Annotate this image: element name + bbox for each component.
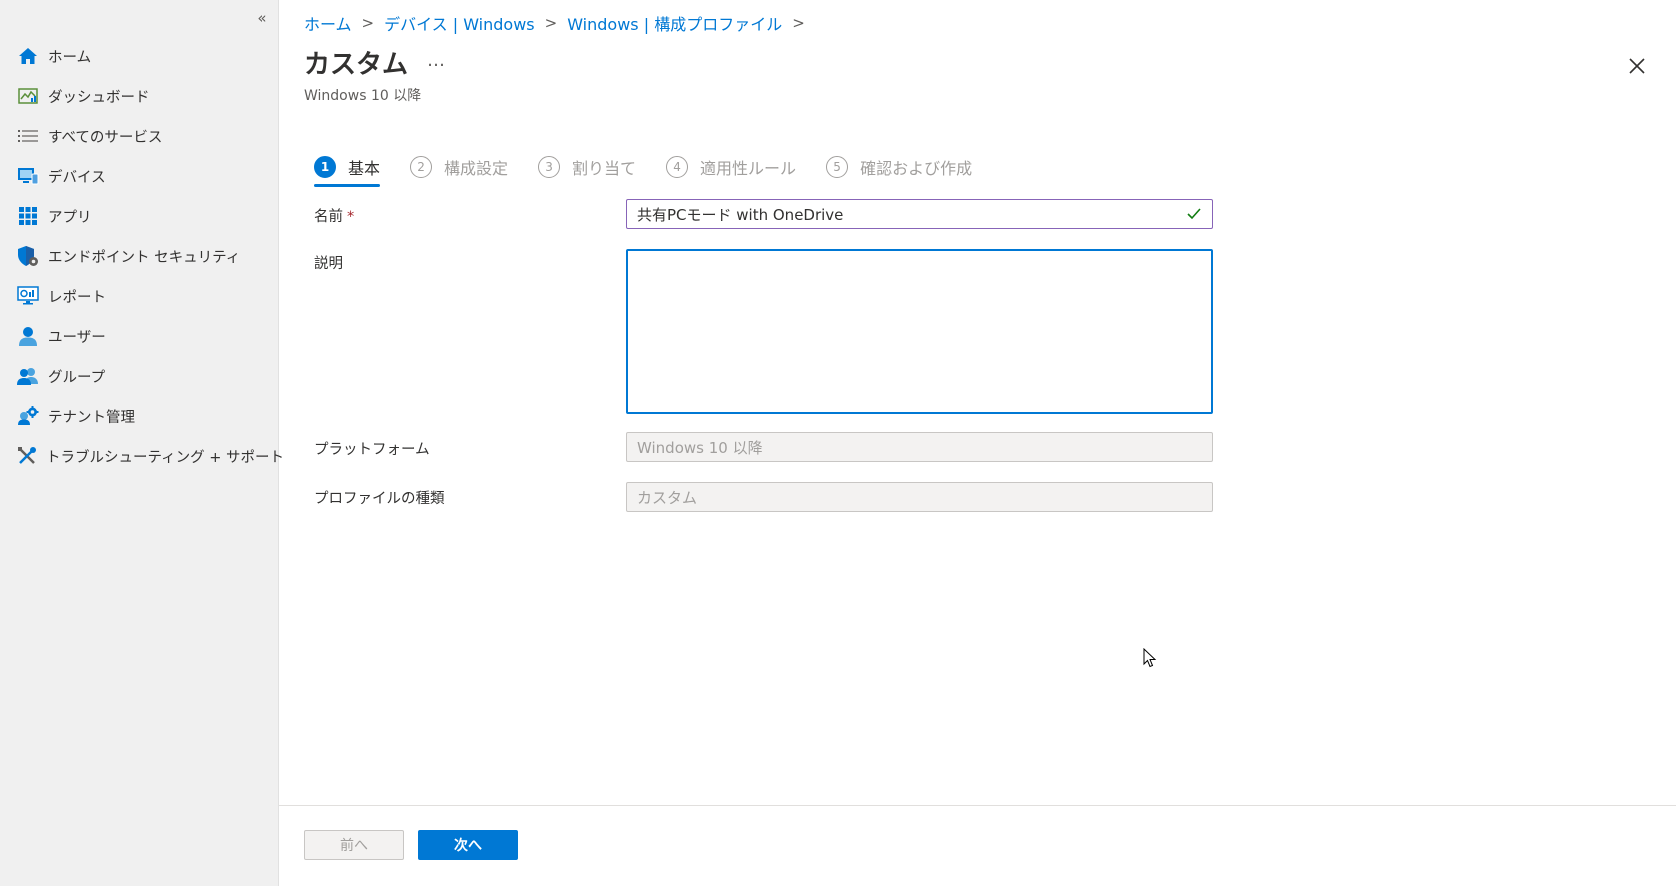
sidebar-item-dashboard[interactable]: ダッシュボード — [0, 76, 279, 116]
footer-bar: 前へ 次へ — [279, 805, 1676, 886]
collapse-sidebar-icon[interactable]: « — [252, 8, 272, 28]
sidebar: « ホーム ダッシュボード すべてのサービス デバイス アプリ エンドポイント … — [0, 0, 284, 886]
checkmark-icon — [1186, 206, 1202, 226]
apps-icon — [17, 205, 39, 227]
sidebar-item-home[interactable]: ホーム — [0, 36, 279, 76]
sidebar-item-label: アプリ — [48, 209, 92, 226]
list-icon — [17, 125, 39, 147]
chevron-right-icon: > — [544, 14, 558, 32]
page-title: カスタム — [304, 50, 409, 80]
step-label: 構成設定 — [444, 159, 509, 178]
step-label: 割り当て — [572, 159, 637, 178]
user-icon — [17, 325, 39, 347]
breadcrumb: ホーム > デバイス | Windows > Windows | 構成プロファイ… — [304, 11, 815, 35]
next-button[interactable]: 次へ — [418, 830, 518, 860]
sidebar-item-label: エンドポイント セキュリティ — [48, 249, 241, 266]
group-icon — [17, 365, 39, 387]
step-label: 適用性ルール — [700, 159, 797, 178]
breadcrumb-devices-windows[interactable]: デバイス | Windows — [384, 11, 535, 35]
previous-button[interactable]: 前へ — [304, 830, 404, 860]
main-content: ホーム > デバイス | Windows > Windows | 構成プロファイ… — [279, 0, 1676, 886]
sidebar-item-troubleshooting[interactable]: トラブルシューティング + サポート — [0, 436, 284, 476]
profile-type-label: プロファイルの種類 — [314, 491, 445, 507]
sidebar-nav: ホーム ダッシュボード すべてのサービス デバイス アプリ エンドポイント セキ… — [0, 36, 284, 476]
close-icon[interactable] — [1623, 52, 1651, 80]
sidebar-item-label: グループ — [48, 369, 106, 386]
wizard-steps: 1 基本 2 構成設定 3 割り当て 4 適用性ルール 5 確認および作成 — [314, 150, 1002, 187]
sidebar-item-tenant-admin[interactable]: テナント管理 — [0, 396, 279, 436]
step-label: 基本 — [348, 159, 381, 178]
chevron-right-icon: > — [361, 14, 375, 32]
step-label: 確認および作成 — [860, 159, 973, 178]
sidebar-item-apps[interactable]: アプリ — [0, 196, 279, 236]
platform-field: Windows 10 以降 — [626, 432, 1213, 462]
dashboard-icon — [17, 85, 39, 107]
chevron-right-icon: > — [792, 14, 805, 32]
sidebar-item-label: ユーザー — [48, 329, 106, 346]
platform-label: プラットフォーム — [314, 442, 430, 458]
sidebar-item-endpoint-security[interactable]: エンドポイント セキュリティ — [0, 236, 279, 276]
step-number: 5 — [826, 156, 849, 178]
name-input-value: 共有PCモード with OneDrive — [637, 205, 844, 224]
name-input[interactable]: 共有PCモード with OneDrive — [626, 199, 1213, 229]
sidebar-item-label: すべてのサービス — [48, 129, 163, 146]
sidebar-item-groups[interactable]: グループ — [0, 356, 279, 396]
sidebar-item-reports[interactable]: レポート — [0, 276, 279, 316]
profile-type-field: カスタム — [626, 482, 1213, 512]
step-applicability-rules[interactable]: 4 適用性ルール — [666, 150, 796, 184]
more-options-icon[interactable]: … — [427, 50, 446, 71]
sidebar-item-label: ダッシュボード — [48, 89, 150, 106]
description-label: 説明 — [314, 256, 343, 272]
tenant-gear-icon — [17, 405, 39, 427]
tools-icon — [17, 445, 37, 467]
step-review-create[interactable]: 5 確認および作成 — [826, 150, 972, 184]
step-configuration-settings[interactable]: 2 構成設定 — [410, 150, 508, 184]
reports-icon — [17, 285, 39, 307]
home-icon — [17, 45, 39, 67]
step-assignments[interactable]: 3 割り当て — [538, 150, 636, 184]
step-number: 4 — [666, 156, 689, 178]
page-subtitle: Windows 10 以降 — [304, 88, 422, 104]
sidebar-item-all-services[interactable]: すべてのサービス — [0, 116, 279, 156]
sidebar-item-label: レポート — [48, 289, 106, 306]
platform-value: Windows 10 以降 — [637, 438, 763, 457]
mouse-cursor-icon — [1143, 647, 1157, 672]
sidebar-item-devices[interactable]: デバイス — [0, 156, 279, 196]
profile-type-value: カスタム — [637, 488, 698, 507]
sidebar-item-label: テナント管理 — [48, 409, 135, 426]
shield-icon — [17, 245, 39, 267]
step-number: 1 — [314, 156, 336, 178]
sidebar-item-label: ホーム — [48, 49, 92, 66]
sidebar-item-users[interactable]: ユーザー — [0, 316, 279, 356]
sidebar-item-label: トラブルシューティング + サポート — [46, 449, 284, 466]
required-mark: * — [347, 209, 355, 225]
sidebar-item-label: デバイス — [48, 169, 106, 186]
description-textarea[interactable] — [626, 249, 1213, 414]
breadcrumb-home[interactable]: ホーム — [304, 11, 352, 35]
step-number: 3 — [538, 156, 561, 178]
breadcrumb-config-profiles[interactable]: Windows | 構成プロファイル — [567, 11, 782, 35]
step-basics[interactable]: 1 基本 — [314, 150, 381, 187]
devices-icon — [17, 165, 39, 187]
step-number: 2 — [410, 156, 433, 178]
name-label-text: 名前 — [314, 209, 343, 225]
name-label: 名前 * — [314, 205, 354, 226]
